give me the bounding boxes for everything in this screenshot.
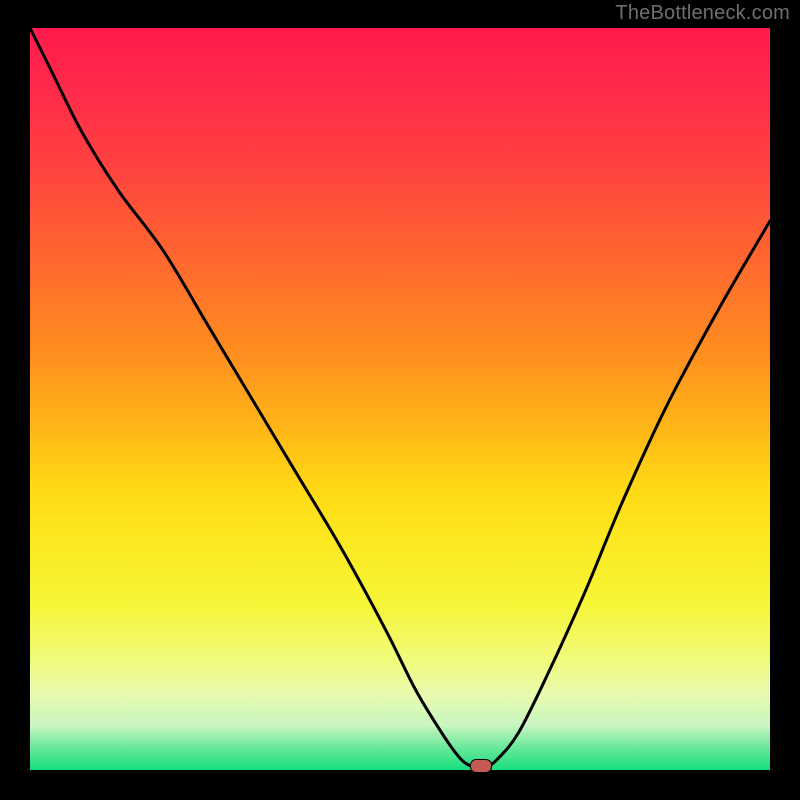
valley-marker xyxy=(470,759,492,773)
attribution-text: TheBottleneck.com xyxy=(615,2,790,25)
chart-frame: TheBottleneck.com xyxy=(0,0,800,800)
bottleneck-curve xyxy=(30,28,770,770)
plot-area xyxy=(30,28,770,770)
curve-path xyxy=(30,28,770,768)
